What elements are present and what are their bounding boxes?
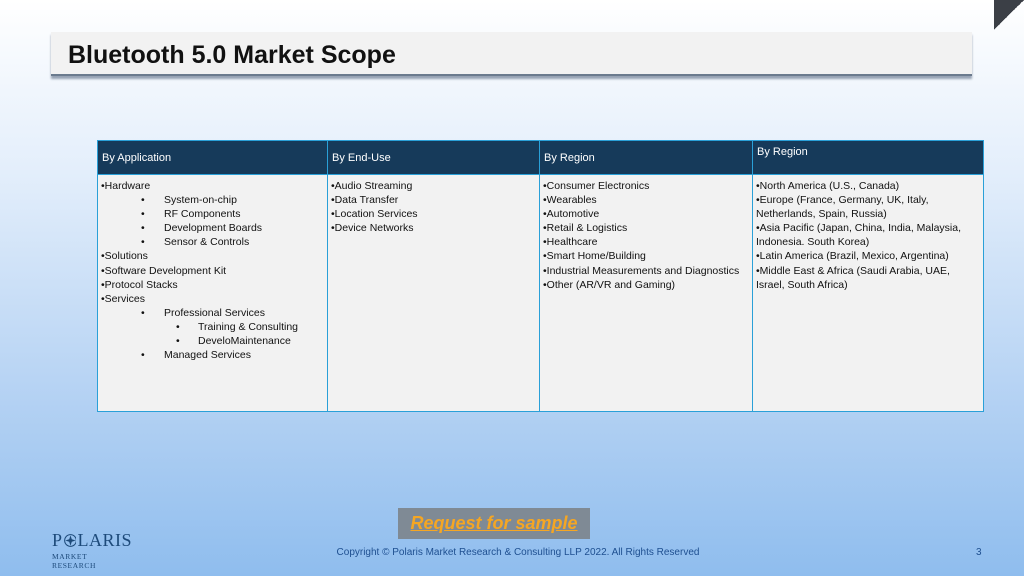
bullet-icon: • xyxy=(176,335,180,348)
list-item: • Development Boards xyxy=(101,221,325,235)
list-item-text: RF Components xyxy=(164,208,241,221)
list-item-text: •Protocol Stacks xyxy=(101,278,178,291)
list-item: • RF Components xyxy=(101,207,325,221)
bullet-icon: • xyxy=(141,236,145,249)
bullet-icon: • xyxy=(141,349,145,362)
list-item-text: •Software Development Kit xyxy=(101,264,227,277)
list-item: • DeveloMaintenance xyxy=(101,334,325,348)
list-item: •Latin America (Brazil, Mexico, Argentin… xyxy=(756,250,949,263)
list-item: • Training & Consulting xyxy=(101,320,325,334)
list-item: • Managed Services xyxy=(101,348,325,362)
page-title: Bluetooth 5.0 Market Scope xyxy=(68,41,396,69)
region-verticals-cell: •Consumer Electronics •Wearables •Automoti… xyxy=(539,174,753,412)
list-item-text: Development Boards xyxy=(164,222,263,235)
list-item-text: •Solutions xyxy=(101,250,148,263)
list-item-text: •Services xyxy=(101,292,145,305)
list-item-text: •Hardware xyxy=(101,180,151,192)
list-item: •Audio Streaming xyxy=(331,180,413,192)
list-item: •Hardware xyxy=(101,179,325,193)
list-item: •Protocol Stacks xyxy=(101,278,325,292)
list-item: •Software Development Kit xyxy=(101,264,325,278)
list-item: •Other (AR/VR and Gaming) xyxy=(543,278,676,291)
list-item: •Asia Pacific (Japan, China, India, Mala… xyxy=(756,222,962,249)
list-item: •Device Networks xyxy=(331,222,414,235)
request-sample-button[interactable]: Request for sample xyxy=(398,508,590,539)
corner-fold-decoration xyxy=(994,0,1024,30)
list-item: •Europe (France, Germany, UK, Italy, Net… xyxy=(756,194,929,221)
list-item: •Automotive xyxy=(543,208,600,221)
header-by-region-geo: By Region xyxy=(752,140,984,175)
bullet-icon: • xyxy=(141,222,145,235)
list-item: •Middle East & Africa (Saudi Arabia, UAE… xyxy=(756,264,950,291)
bullet-icon: • xyxy=(141,194,145,207)
list-item: • System-on-chip xyxy=(101,193,325,207)
list-item: •Smart Home/Building xyxy=(543,250,646,263)
application-cell: •Hardware • System-on-chip • RF Components • D… xyxy=(97,174,328,412)
header-by-end-use: By End-Use xyxy=(327,140,540,175)
list-item: •Data Transfer xyxy=(331,194,399,207)
list-item: •Services xyxy=(101,292,325,306)
market-scope-table: By Application By End-Use By Region By R… xyxy=(97,140,984,412)
bullet-icon: • xyxy=(141,208,145,221)
table-header-row: By Application By End-Use By Region By R… xyxy=(97,140,984,175)
page-number: 3 xyxy=(976,547,982,558)
title-bar: Bluetooth 5.0 Market Scope xyxy=(51,32,972,76)
end-use-cell: •Audio Streaming •Data Transfer •Location … xyxy=(327,174,540,412)
list-item: •Healthcare xyxy=(543,236,598,249)
list-item: •Solutions xyxy=(101,249,325,263)
list-item: •Industrial Measurements and Diagnostics xyxy=(543,264,740,277)
bullet-icon: • xyxy=(141,306,145,319)
list-item-text: System-on-chip xyxy=(164,194,237,207)
list-item: • Professional Services xyxy=(101,306,325,320)
list-item: •Consumer Electronics xyxy=(543,180,650,192)
compass-star-icon xyxy=(63,534,77,547)
list-item: •Location Services xyxy=(331,208,418,221)
list-item-text: Professional Services xyxy=(164,306,265,319)
list-item: • Sensor & Controls xyxy=(101,235,325,249)
bullet-icon: • xyxy=(176,320,180,333)
table-row: •Hardware • System-on-chip • RF Components • D… xyxy=(97,174,984,412)
list-item-text: Sensor & Controls xyxy=(164,236,250,249)
list-item: •Wearables xyxy=(543,194,597,207)
list-item-text: DeveloMaintenance xyxy=(198,335,291,348)
header-by-application: By Application xyxy=(97,140,328,175)
list-item: •Retail & Logistics xyxy=(543,222,628,235)
copyright-text: Copyright © Polaris Market Research & Co… xyxy=(336,547,700,558)
list-item: •North America (U.S., Canada) xyxy=(756,180,900,192)
header-by-region: By Region xyxy=(539,140,753,175)
region-geo-cell: •North America (U.S., Canada) •Europe (Fr… xyxy=(752,174,984,412)
list-item-text: Training & Consulting xyxy=(198,320,298,333)
list-item-text: Managed Services xyxy=(164,349,251,362)
